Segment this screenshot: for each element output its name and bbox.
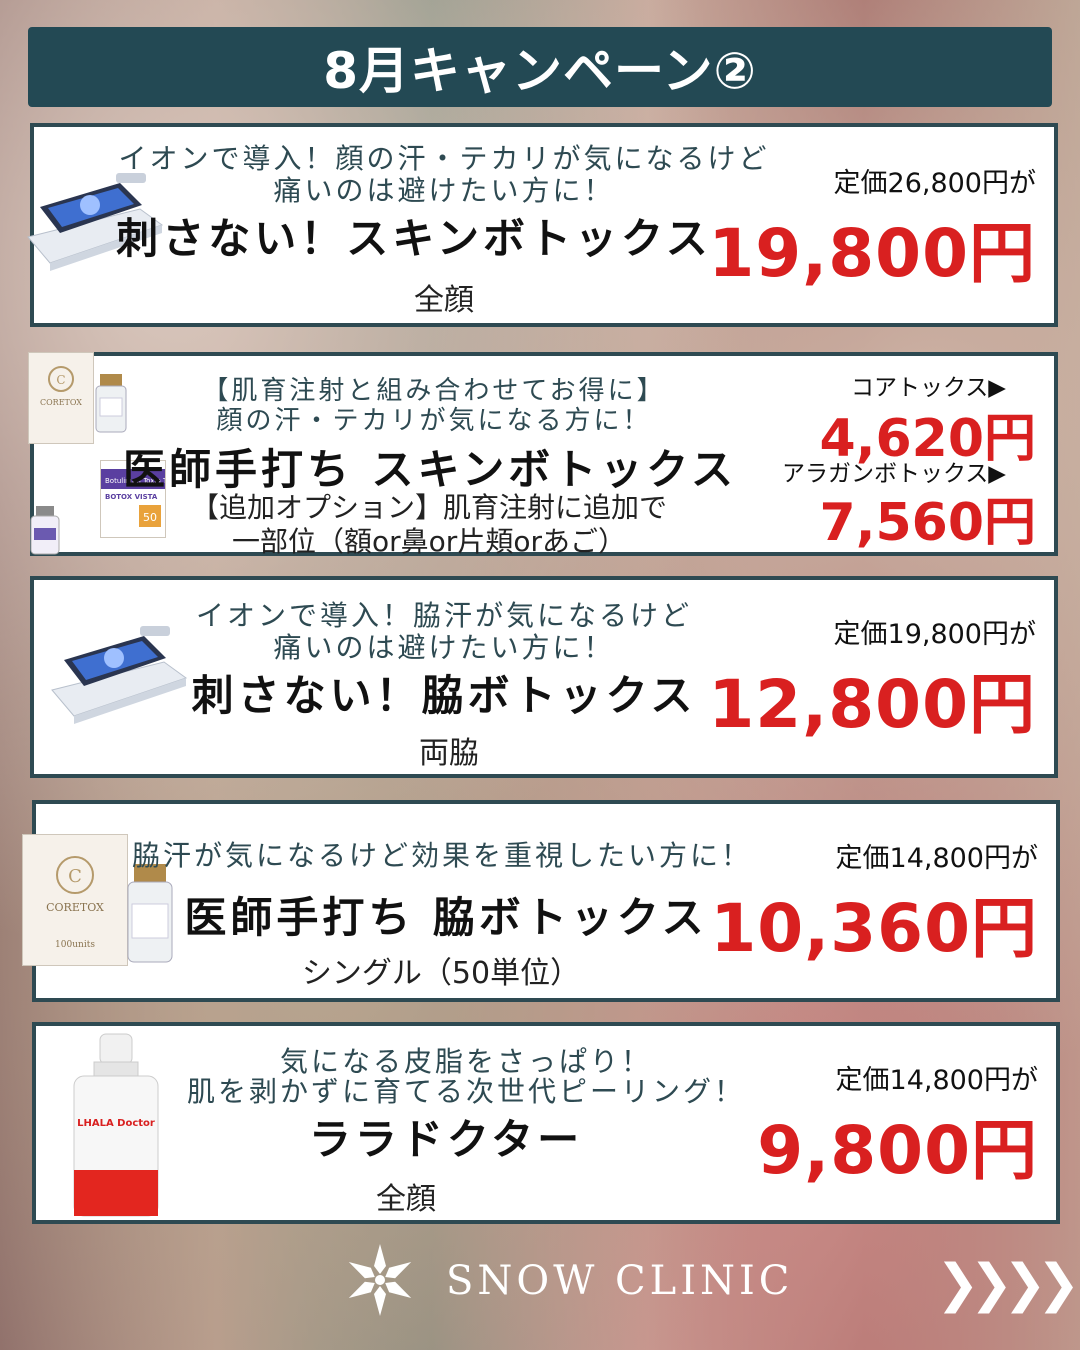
- card-area: シングル（50単位）: [301, 956, 581, 991]
- svg-text:C: C: [68, 866, 82, 887]
- lhala-bottle-image: LHALA Doctor: [73, 1033, 159, 1217]
- card-area: 両脇: [419, 736, 479, 771]
- coretox-box-image: C CORETOX 100units: [22, 834, 128, 966]
- card-title: 医師手打ち 脇ボトックス: [184, 893, 708, 942]
- sale-price: 9,800円: [757, 1112, 1038, 1189]
- card-title: 刺さない！脇ボトックス: [191, 671, 697, 720]
- card-title: 刺さない！スキンボトックス: [116, 214, 712, 263]
- original-price: 定価26,800円が: [833, 168, 1036, 199]
- bottle-label: LHALA Doctor: [77, 1118, 155, 1129]
- card-tagline-2: 顔の汗・テカリが気になる方に！: [216, 406, 652, 436]
- card-note-2: 一部位（額or鼻or片頬orあご）: [232, 525, 626, 558]
- card-area: 全顔: [414, 283, 474, 318]
- campaign-card-skin-botox-ion[interactable]: イオンで導入！顔の汗・テカリが気になるけど 痛いのは避けたい方に！ 刺さない！ス…: [27, 123, 1058, 327]
- coretox-box-label: CORETOX: [40, 398, 82, 407]
- coretox-box-label: CORETOX: [46, 901, 104, 914]
- campaign-card-underarm-botox-ion[interactable]: イオンで導入！脇汗が気になるけど 痛いのは避けたい方に！ 刺さない！脇ボトックス…: [30, 576, 1058, 778]
- sale-price: 19,800円: [708, 215, 1036, 292]
- card-area: 全顔: [376, 1182, 436, 1217]
- coretox-vial-icon: [95, 374, 127, 433]
- card-title: ララドクター: [308, 1115, 584, 1164]
- sale-price: 12,800円: [708, 666, 1036, 743]
- option2-price: 7,560円: [819, 493, 1036, 553]
- card-tagline-2: 痛いのは避けたい方に！: [273, 174, 615, 207]
- original-price: 定価19,800円が: [833, 619, 1036, 650]
- campaign-card-lhala-doctor[interactable]: LHALA Doctor 気になる皮脂をさっぱり！ 肌を剥かずに育てる次世代ピー…: [32, 1022, 1060, 1224]
- botox-vial-icon: [30, 506, 60, 555]
- original-price: 定価14,800円が: [835, 1065, 1038, 1096]
- card-tagline-1: 脇汗が気になるけど効果を重視したい方に！: [132, 839, 753, 872]
- card-tagline-2: 痛いのは避けたい方に！: [273, 631, 615, 664]
- card-tagline-2: 肌を剥かずに育てる次世代ピーリング！: [186, 1075, 745, 1108]
- brand-name: SNOW CLINIC: [446, 1258, 794, 1304]
- page-title: 8月キャンペーン②: [323, 42, 757, 100]
- snowflake-logo-icon: [348, 1244, 412, 1316]
- svg-text:C: C: [56, 373, 65, 387]
- campaign-card-underarm-botox-doctor[interactable]: C CORETOX 100units 脇汗が気になるけど効果を重視したい方に！ …: [22, 800, 1060, 1002]
- next-page-arrows-icon[interactable]: ❯❯❯❯: [936, 1254, 1080, 1314]
- sale-price: 10,360円: [710, 890, 1038, 967]
- campaign-header: 8月キャンペーン②: [28, 27, 1052, 107]
- campaign-card-skin-botox-doctor[interactable]: C CORETOX Botulinum Toxin Type A BOTOX V…: [28, 352, 1058, 558]
- original-price: 定価14,800円が: [835, 843, 1038, 874]
- coretox-box-image: C CORETOX: [28, 352, 94, 444]
- coretox-box-units: 100units: [55, 940, 95, 950]
